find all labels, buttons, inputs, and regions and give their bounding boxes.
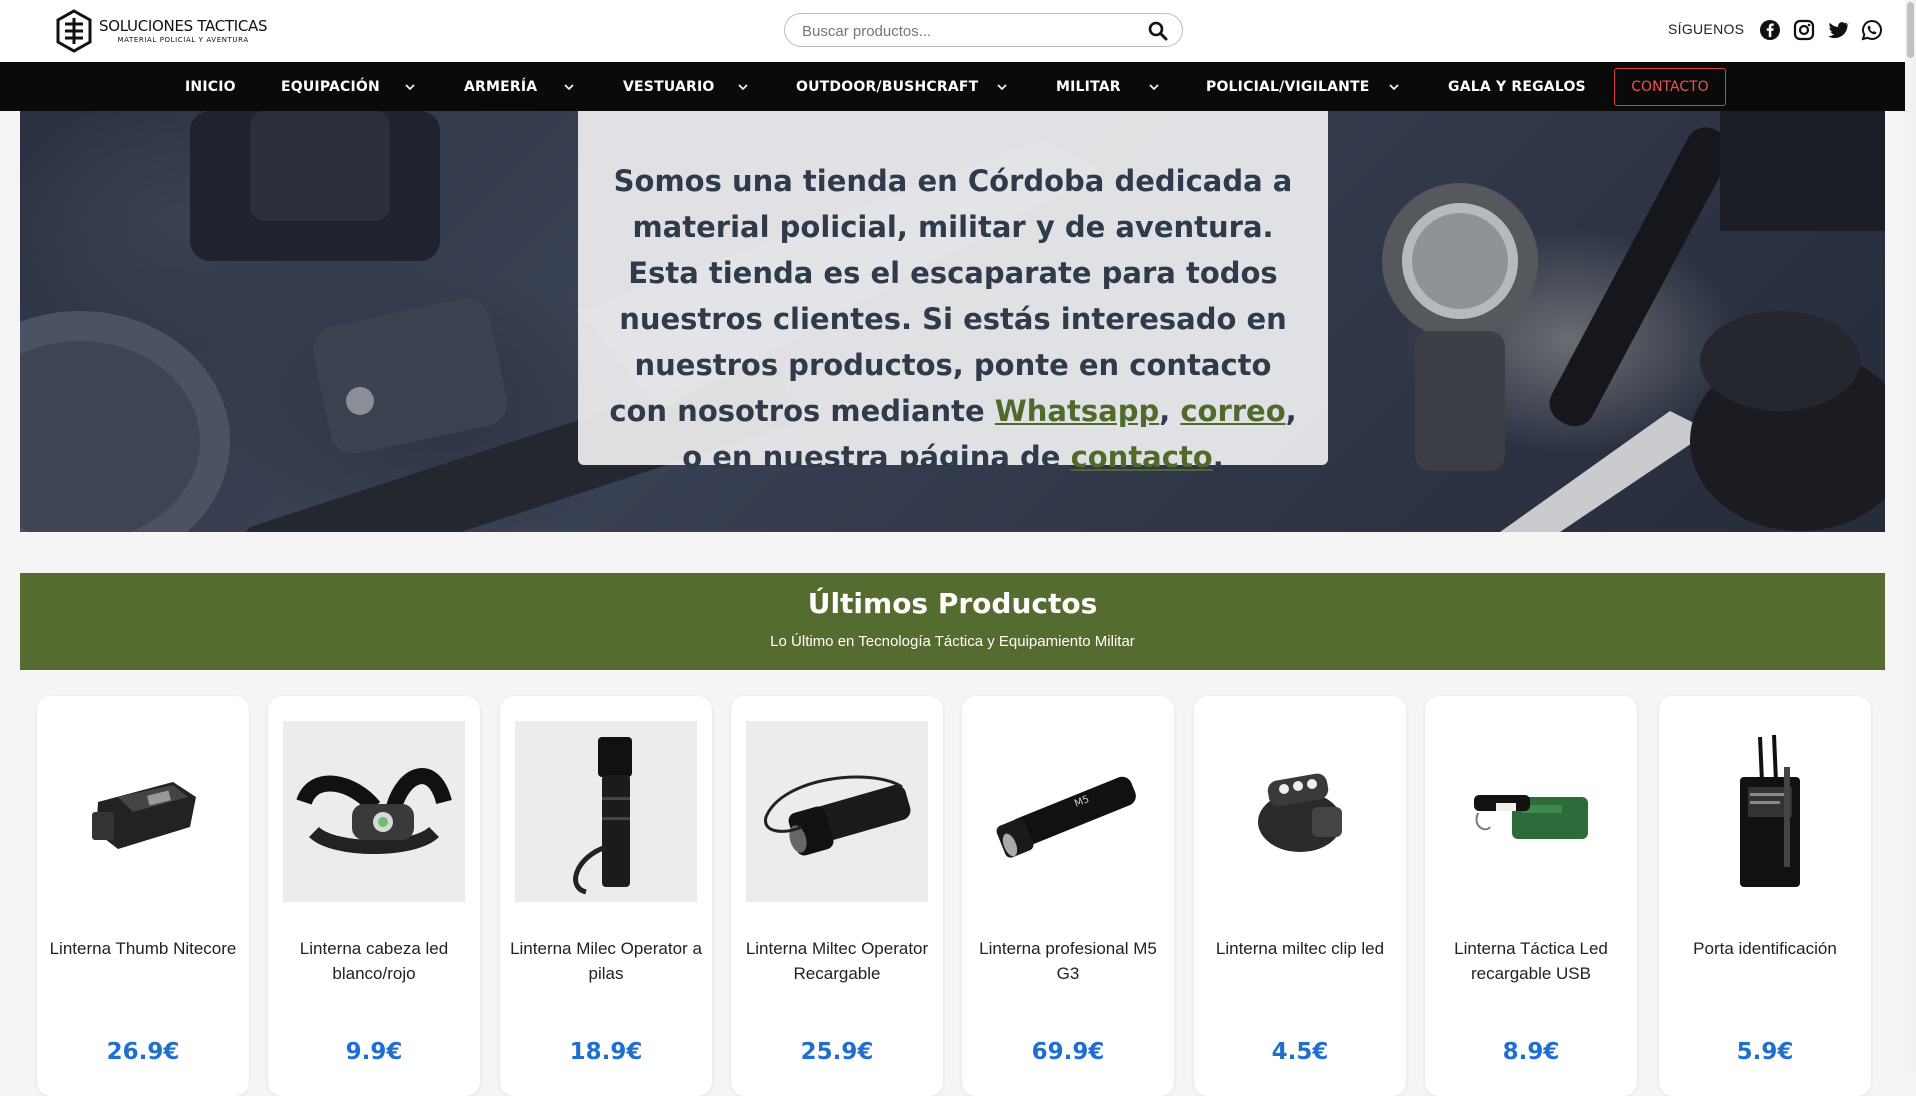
nav-item-inicio[interactable]: INICIO	[185, 62, 236, 111]
site-header: SOLUCIONES TACTICAS MATERIAL POLICIAL Y …	[0, 0, 1905, 63]
product-image[interactable]	[283, 721, 465, 902]
product-name[interactable]: Linterna Miltec Operator Recargable	[739, 936, 935, 986]
product-name[interactable]: Linterna Milec Operator a pilas	[508, 936, 704, 986]
contact-page-link[interactable]: contacto	[1071, 440, 1213, 474]
follow-label: SÍGUENOS	[1668, 21, 1745, 37]
section-title: Últimos Productos	[807, 587, 1098, 620]
chevron-down-icon[interactable]	[1148, 81, 1160, 93]
chevron-down-icon[interactable]	[996, 81, 1008, 93]
page-scrollbar[interactable]	[1905, 0, 1916, 1072]
product-price: 69.9€	[1031, 1039, 1105, 1065]
product-name[interactable]: Linterna miltec clip led	[1202, 936, 1398, 961]
product-card[interactable]: M5 Linterna profesional M5 G3 69.9€	[962, 696, 1174, 1096]
main-nav: INICIO EQUIPACIÓN ARMERÍA VESTUARIO OUTD…	[0, 62, 1905, 111]
search-box	[784, 13, 1183, 47]
hero-text-part: ,	[1159, 394, 1181, 428]
nav-item-policial[interactable]: POLICIAL/VIGILANTE	[1206, 62, 1370, 111]
latest-products-header: Últimos Productos Lo Último en Tecnologí…	[20, 573, 1885, 670]
product-card[interactable]: Linterna miltec clip led 4.5€	[1194, 696, 1406, 1096]
product-name[interactable]: Porta identificación	[1667, 936, 1863, 961]
site-logo[interactable]: SOLUCIONES TACTICAS MATERIAL POLICIAL Y …	[55, 8, 268, 54]
search-icon[interactable]	[1148, 21, 1168, 41]
hero-text: Somos una tienda en Córdoba dedicada a m…	[606, 158, 1300, 480]
nav-item-militar[interactable]: MILITAR	[1056, 62, 1121, 111]
product-price: 26.9€	[106, 1039, 180, 1065]
product-price: 25.9€	[800, 1039, 874, 1065]
logo-subtitle: MATERIAL POLICIAL Y AVENTURA	[117, 35, 249, 44]
contact-button[interactable]: CONTACTO	[1614, 68, 1726, 106]
flashlight-operator-image	[573, 736, 632, 894]
product-card[interactable]: Linterna Táctica Led recargable USB 8.9€	[1425, 696, 1637, 1096]
id-holder-image	[1740, 734, 1800, 887]
product-image[interactable]	[1209, 721, 1391, 902]
product-image[interactable]	[515, 721, 697, 902]
nav-item-vestuario[interactable]: VESTUARIO	[623, 62, 715, 111]
whatsapp-icon[interactable]	[1861, 19, 1883, 41]
chevron-down-icon[interactable]	[404, 81, 416, 93]
nav-item-gala[interactable]: GALA Y REGALOS	[1448, 62, 1586, 111]
product-card[interactable]: Porta identificación 5.9€	[1659, 696, 1871, 1096]
product-price: 5.9€	[1736, 1039, 1794, 1065]
hero-banner: Somos una tienda en Córdoba dedicada a m…	[20, 111, 1885, 532]
nav-item-outdoor[interactable]: OUTDOOR/BUSHCRAFT	[796, 62, 978, 111]
chevron-down-icon[interactable]	[1388, 81, 1400, 93]
whatsapp-link[interactable]: Whatsapp	[995, 394, 1159, 428]
nav-item-armeria[interactable]: ARMERÍA	[464, 62, 537, 111]
hero-text-part: .	[1212, 440, 1224, 474]
email-link[interactable]: correo	[1180, 394, 1285, 428]
product-card[interactable]: Linterna Thumb Nitecore 26.9€	[37, 696, 249, 1096]
product-name[interactable]: Linterna Táctica Led recargable USB	[1433, 936, 1629, 986]
flashlight-m5-image: M5	[996, 776, 1136, 858]
product-image[interactable]: M5	[977, 721, 1159, 902]
product-card[interactable]: Linterna Milec Operator a pilas 18.9€	[500, 696, 712, 1096]
instagram-icon[interactable]	[1793, 19, 1815, 41]
product-price: 9.9€	[345, 1039, 403, 1065]
flashlight-thumb-image	[92, 781, 196, 849]
product-price: 18.9€	[569, 1039, 643, 1065]
product-price: 8.9€	[1502, 1039, 1560, 1065]
product-card[interactable]: Linterna cabeza led blanco/rojo 9.9€	[268, 696, 480, 1096]
clip-led-image	[1258, 773, 1342, 852]
product-name[interactable]: Linterna cabeza led blanco/rojo	[276, 936, 472, 986]
hero-info-card: Somos una tienda en Córdoba dedicada a m…	[578, 111, 1328, 474]
chevron-down-icon[interactable]	[737, 81, 749, 93]
tactical-led-usb-image	[1474, 794, 1588, 839]
product-image[interactable]	[1440, 721, 1622, 902]
product-image[interactable]	[52, 721, 234, 902]
facebook-icon[interactable]	[1759, 19, 1781, 41]
search-input[interactable]	[800, 19, 1134, 43]
logo-title: SOLUCIONES TACTICAS	[99, 16, 268, 35]
headlamp-image	[296, 767, 452, 854]
product-name[interactable]: Linterna Thumb Nitecore	[45, 936, 241, 961]
product-image[interactable]	[1674, 721, 1856, 902]
flashlight-rechargeable-image	[764, 775, 911, 855]
product-card[interactable]: Linterna Miltec Operator Recargable 25.9…	[731, 696, 943, 1096]
product-price: 4.5€	[1271, 1039, 1329, 1065]
logo-mark-icon	[56, 9, 92, 53]
chevron-down-icon[interactable]	[563, 81, 575, 93]
product-name[interactable]: Linterna profesional M5 G3	[970, 936, 1166, 986]
product-image[interactable]	[746, 721, 928, 902]
scrollbar-thumb[interactable]	[1907, 2, 1914, 58]
section-subtitle: Lo Último en Tecnología Táctica y Equipa…	[770, 633, 1135, 650]
twitter-icon[interactable]	[1827, 19, 1850, 41]
nav-item-equipacion[interactable]: EQUIPACIÓN	[281, 62, 380, 111]
hero-text-part: Somos una tienda en Córdoba dedicada a m…	[609, 164, 1293, 428]
